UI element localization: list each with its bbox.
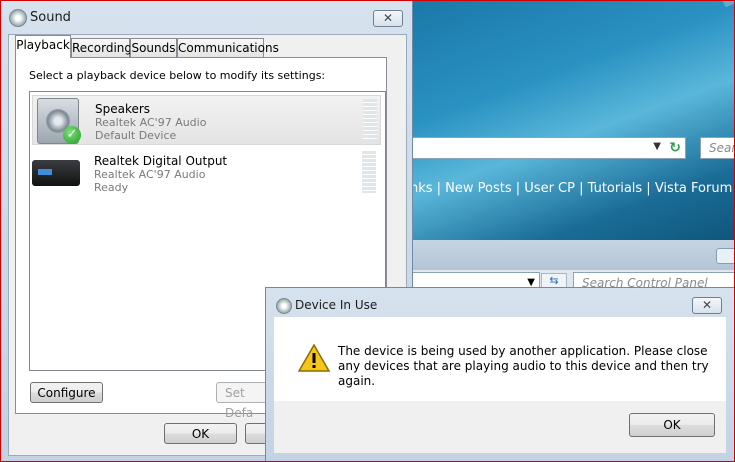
sound-title-bar[interactable]: Sound ✕: [0, 0, 413, 34]
minimize-button[interactable]: [716, 248, 735, 264]
level-meter: [362, 151, 376, 193]
device-in-use-message: The device is being used by another appl…: [338, 344, 709, 388]
device-status: Ready: [94, 181, 129, 194]
browser-search-input[interactable]: Sear: [700, 137, 735, 159]
dialog-message-area: The device is being used by another appl…: [274, 317, 726, 401]
configure-button[interactable]: Configure: [30, 382, 103, 403]
digital-output-icon: [32, 160, 80, 186]
forum-link-bar[interactable]: nks | New Posts | User CP | Tutorials | …: [410, 181, 735, 196]
sound-app-icon: [9, 9, 27, 27]
device-in-use-ok-button[interactable]: OK: [629, 413, 715, 437]
close-button[interactable]: ✕: [692, 297, 722, 314]
device-driver: Realtek AC'97 Audio: [94, 168, 206, 181]
background-browser-window: ▼ ↻ Sear nks | New Posts | User CP | Tut…: [410, 0, 735, 240]
tab-playback[interactable]: Playback: [15, 35, 71, 58]
device-status: Default Device: [95, 129, 177, 142]
device-in-use-dialog: Device In Use ✕ The device is being used…: [265, 287, 735, 462]
tab-recording[interactable]: Recording: [71, 38, 132, 57]
device-name: Realtek Digital Output: [94, 154, 228, 168]
device-in-use-title: Device In Use: [295, 298, 378, 312]
chevron-down-icon[interactable]: ▼: [653, 141, 661, 152]
sound-app-icon: [276, 298, 292, 314]
tab-communications[interactable]: Communications: [177, 38, 279, 57]
playback-prompt: Select a playback device below to modify…: [29, 69, 326, 82]
device-name: Speakers: [95, 102, 151, 116]
device-driver: Realtek AC'97 Audio: [95, 116, 207, 129]
dialog-footer: OK: [274, 401, 726, 453]
close-button[interactable]: ✕: [373, 10, 403, 27]
default-checkmark-icon: ✓: [63, 126, 81, 144]
level-meter: [363, 99, 377, 141]
sound-ok-button[interactable]: OK: [164, 423, 237, 444]
refresh-icon[interactable]: ↻: [669, 140, 681, 156]
device-list-item-speakers[interactable]: ✓ Speakers Realtek AC'97 Audio Default D…: [32, 95, 381, 145]
warning-icon: [298, 344, 330, 372]
browser-address-bar[interactable]: ▼ ↻: [410, 137, 686, 159]
device-list-item-digital-output[interactable]: Realtek Digital Output Realtek AC'97 Aud…: [32, 148, 381, 198]
sound-dialog-title: Sound: [30, 10, 71, 25]
tab-sounds[interactable]: Sounds: [130, 38, 177, 57]
